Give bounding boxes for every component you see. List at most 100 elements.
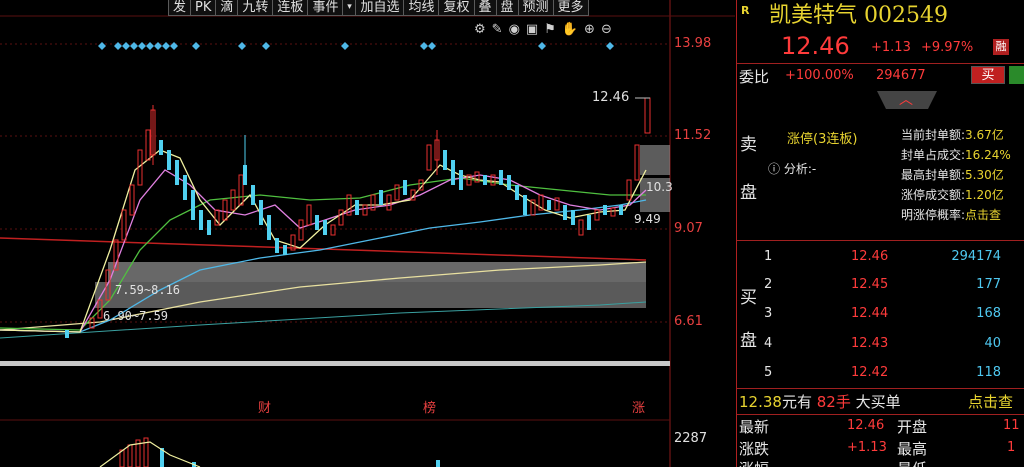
right-annotation-2: 9.49 — [634, 212, 661, 226]
tb-forecast-button[interactable]: 预测 — [517, 0, 554, 16]
zoom-out-icon[interactable]: ⊖ — [601, 22, 618, 37]
tb-jiuzhuan-button[interactable]: 九转 — [237, 0, 274, 16]
big-order-label: 大买单 — [855, 393, 901, 411]
eye-icon[interactable]: ◉ — [509, 22, 526, 37]
sell-button[interactable] — [1009, 66, 1024, 84]
bid-level: 2 — [764, 277, 773, 292]
price-axis-3: 9.07 — [674, 221, 703, 236]
stock-change-pct: +9.97% — [921, 40, 974, 55]
tb-more-button[interactable]: 更多 — [552, 0, 589, 16]
zoom-in-icon[interactable]: ⊕ — [584, 22, 601, 37]
tb-di-button[interactable]: 滴 — [215, 0, 239, 16]
chart-toolbar: 发 PK 滴 九转 连板 事件 ▾ 加自选 均线 复权 叠 盘 预测 更多 — [168, 0, 589, 16]
limit-up-text: 涨停(3连板) — [787, 132, 858, 147]
big-order-unit: 元有 — [781, 393, 812, 411]
zone-box-right1 — [640, 145, 670, 175]
seal-stats: 当前封单额:3.67亿 封单占成交:16.24% 最高封单额:5.30亿 涨停成… — [901, 125, 1011, 225]
price-axis-4: 6.61 — [674, 314, 703, 329]
stat-row: 当前封单额:3.67亿 — [901, 128, 1004, 142]
tb-pk-button[interactable]: PK — [190, 0, 217, 16]
stat-row: 涨停成交额:1.20亿 — [901, 188, 1004, 202]
low-label: 最低 — [897, 458, 927, 467]
stock-name: 凯美特气 002549 — [769, 0, 948, 29]
event-marker-limitup[interactable]: 涨 — [632, 397, 645, 416]
bid-price[interactable]: 12.43 — [851, 336, 888, 351]
bid-level: 4 — [764, 336, 773, 351]
latest-label: 最新 — [739, 418, 770, 436]
price-axis-2: 11.52 — [674, 128, 712, 143]
tb-pan-button[interactable]: 盘 — [495, 0, 519, 16]
stat-row: 封单占成交:16.24% — [901, 148, 1011, 162]
sell-side-label-2: 盘 — [740, 183, 757, 203]
tb-adjust-button[interactable]: 复权 — [438, 0, 475, 16]
bid-price[interactable]: 12.46 — [851, 249, 888, 264]
open-value: 11 — [1003, 418, 1020, 433]
analysis-row[interactable]: ⓘ 分析:- — [768, 160, 816, 177]
stock-change: +1.13 — [871, 40, 911, 55]
open-label: 开盘 — [897, 418, 928, 436]
buy-side-label-2: 盘 — [740, 331, 757, 351]
big-order-price: 12.38 — [739, 393, 782, 411]
big-order-action[interactable]: 点击查 — [968, 391, 1013, 412]
volume-axis: 2287 — [674, 431, 708, 446]
change-value: +1.13 — [847, 440, 887, 455]
event-marker-list[interactable]: 榜 — [423, 397, 436, 416]
chart-tool-icons[interactable]: ⚙✎◉▣⚑✋⊕⊖ — [474, 22, 618, 37]
kline-chart[interactable]: ⚙✎◉▣⚑✋⊕⊖ 13.98 11.52 9.07 6.61 2287 12.4… — [0, 0, 735, 467]
big-order-qty: 82手 — [816, 393, 851, 411]
stat-row[interactable]: 明涨停概率:点击查 — [901, 205, 1011, 225]
pct-label: 涨幅 — [739, 458, 769, 467]
hand-icon[interactable]: ✋ — [562, 22, 584, 37]
latest-value: 12.46 — [847, 418, 885, 433]
bid-price[interactable]: 12.44 — [851, 306, 888, 321]
bid-price[interactable]: 12.42 — [851, 365, 888, 380]
tb-event-button[interactable]: 事件 — [307, 0, 344, 16]
buy-button[interactable]: 买 — [971, 66, 1005, 84]
tb-fa-button[interactable]: 发 — [168, 0, 192, 16]
margin-flag: R — [741, 4, 750, 17]
stock-name-text: 凯美特气 — [769, 3, 858, 28]
bid-price[interactable]: 12.45 — [851, 277, 888, 292]
stock-code: 002549 — [864, 3, 948, 28]
info-icon: ⓘ — [768, 162, 781, 176]
gear-icon[interactable]: ⚙ — [474, 22, 492, 37]
tb-dropdown-button[interactable]: ▾ — [342, 0, 357, 16]
buy-side-label: 买 — [740, 288, 757, 308]
pen-icon[interactable]: ✎ — [492, 22, 509, 37]
high-label: 最高 — [897, 440, 928, 458]
high-value: 1 — [1007, 440, 1016, 455]
lock-icon[interactable]: ▣ — [526, 22, 544, 37]
weibi-label: 委比 — [739, 68, 770, 86]
bid-volume: 177 — [976, 277, 1001, 292]
weibi-value: +100.00% — [785, 68, 854, 83]
bid-volume: 40 — [984, 336, 1001, 351]
stat-row: 最高封单额:5.30亿 — [901, 168, 1004, 182]
tb-overlay-button[interactable]: 叠 — [473, 0, 497, 16]
bid-volume: 168 — [976, 306, 1001, 321]
quote-panel: R 凯美特气 002549 12.46 +1.13 +9.97% 融 委比 +1… — [736, 0, 1024, 467]
weibi-count: 294677 — [876, 68, 926, 83]
signal-diamonds — [98, 42, 614, 50]
flag-icon[interactable]: ⚑ — [544, 22, 562, 37]
event-marker-finance[interactable]: 财 — [258, 397, 271, 416]
sell-side-label: 卖 — [740, 135, 757, 155]
stock-price: 12.46 — [781, 32, 850, 60]
change-label: 涨跌 — [739, 440, 770, 458]
bid-level: 3 — [764, 306, 773, 321]
bid-volume: 118 — [976, 365, 1001, 380]
bid-level: 1 — [764, 249, 773, 264]
kline-svg[interactable] — [0, 0, 735, 467]
right-annotation-1: 10.3 — [646, 180, 673, 194]
bid-volume: 294174 — [951, 249, 1001, 264]
price-axis-1: 13.98 — [674, 36, 712, 51]
chevron-up-icon[interactable]: ︿ — [899, 89, 913, 109]
tb-add-watch-button[interactable]: 加自选 — [355, 0, 405, 16]
zone-label-2: 6.90~7.59 — [103, 309, 169, 323]
big-order-row[interactable]: 12.38元有 82手 大买单 — [739, 391, 901, 412]
high-annotation: 12.46 — [592, 90, 630, 105]
tb-lianban-button[interactable]: 连板 — [272, 0, 309, 16]
tb-ma-button[interactable]: 均线 — [403, 0, 440, 16]
analysis-text: 分析:- — [783, 162, 817, 176]
zone-label-1: 7.59~8.16 — [115, 283, 181, 297]
zone-box-upper — [108, 262, 646, 282]
